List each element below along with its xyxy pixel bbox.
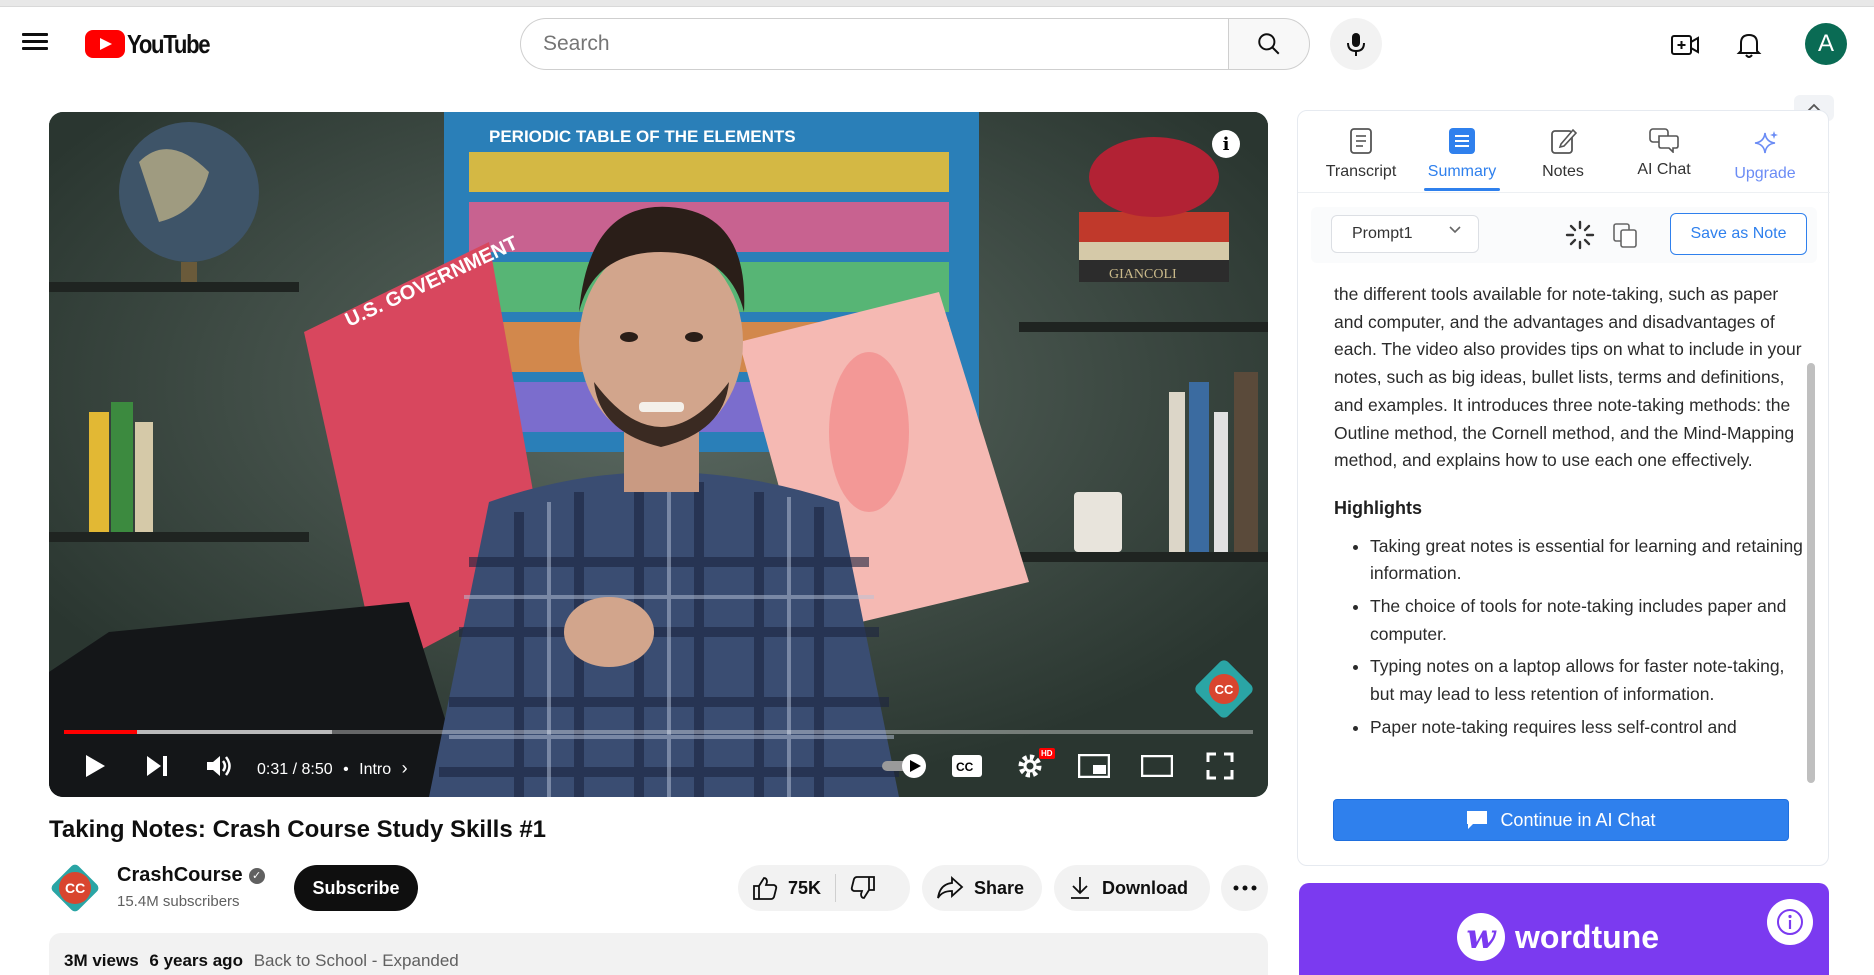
- subscribe-button[interactable]: Subscribe: [294, 865, 418, 911]
- thumbs-up-icon: [753, 877, 778, 900]
- summary-paragraph: the different tools available for note-t…: [1334, 284, 1802, 471]
- upload-age: 6 years ago: [149, 951, 243, 970]
- played-bar: [64, 730, 137, 734]
- current-time: 0:31 / 8:50: [257, 761, 333, 778]
- search-icon: [1258, 33, 1280, 55]
- ad-info-icon[interactable]: [1767, 899, 1813, 945]
- summary-content: the different tools available for note-t…: [1334, 281, 1809, 793]
- player-controls: 0:31 / 8:50 • Intro › CC HD: [49, 740, 1268, 792]
- tab-ai-chat[interactable]: AI Chat: [1619, 127, 1709, 179]
- share-label: Share: [974, 877, 1025, 898]
- highlight-item: Paper note-taking requires less self-con…: [1370, 714, 1809, 742]
- fullscreen-icon[interactable]: [1202, 750, 1238, 782]
- voice-search-button[interactable]: [1330, 18, 1382, 70]
- highlights-list: Taking great notes is essential for lear…: [1334, 533, 1809, 742]
- continue-in-ai-chat-button[interactable]: Continue in AI Chat: [1333, 799, 1789, 841]
- dislike-button[interactable]: [836, 865, 890, 911]
- search-button[interactable]: [1228, 18, 1310, 70]
- chat-icon: [1649, 128, 1679, 153]
- wordtune-logo-mark-icon: w: [1457, 913, 1505, 961]
- download-button[interactable]: Download: [1054, 865, 1210, 911]
- more-actions-button[interactable]: [1221, 865, 1268, 911]
- youtube-play-icon: [85, 30, 125, 58]
- create-video-icon[interactable]: [1669, 29, 1701, 61]
- summary-scrollbar[interactable]: [1807, 363, 1815, 783]
- search-bar: [520, 18, 1310, 70]
- video-player[interactable]: PERIODIC TABLE OF THE ELEMENTS U.S. GOVE…: [49, 112, 1268, 797]
- volume-icon[interactable]: [203, 750, 235, 782]
- highlights-heading: Highlights: [1334, 497, 1422, 518]
- summary-toolbar: Prompt1 Save as Note: [1311, 207, 1817, 263]
- copy-icon[interactable]: [1611, 221, 1639, 249]
- regenerate-loading-icon[interactable]: [1565, 220, 1595, 250]
- like-button[interactable]: 75K: [738, 865, 835, 911]
- wordtune-brand: wordtune: [1515, 918, 1659, 955]
- masthead: YouTube A: [0, 7, 1874, 79]
- playlist-tag[interactable]: Back to School - Expanded: [254, 951, 459, 970]
- chapter-title[interactable]: Intro: [359, 761, 391, 778]
- autoplay-toggle[interactable]: [879, 750, 929, 782]
- chat-bubble-icon: [1467, 811, 1488, 829]
- thumbs-down-icon: [850, 876, 875, 899]
- video-info-icon[interactable]: i: [1212, 130, 1240, 158]
- microphone-icon: [1347, 33, 1365, 56]
- download-content: Download: [1054, 865, 1202, 911]
- notifications-bell-icon[interactable]: [1733, 29, 1765, 61]
- summary-icon: [1449, 128, 1475, 154]
- like-dislike-group: 75K: [738, 865, 910, 911]
- highlight-item: Typing notes on a laptop allows for fast…: [1370, 653, 1809, 708]
- play-icon[interactable]: [79, 750, 111, 782]
- time-display: 0:31 / 8:50 • Intro ›: [257, 758, 408, 779]
- youtube-logo[interactable]: YouTube: [85, 29, 224, 59]
- hd-badge: HD: [1039, 748, 1055, 759]
- captions-icon[interactable]: CC: [949, 750, 985, 782]
- panel-tabs: Transcript Summary Notes AI Chat Upgrade: [1298, 111, 1830, 193]
- tab-summary[interactable]: Summary: [1417, 127, 1507, 191]
- chapter-chevron-icon[interactable]: ›: [402, 758, 408, 778]
- save-as-note-button[interactable]: Save as Note: [1670, 213, 1807, 255]
- highlight-item: The choice of tools for note-taking incl…: [1370, 593, 1809, 648]
- progress-bar[interactable]: [64, 730, 1253, 734]
- wordtune-logo: w wordtune: [1457, 913, 1659, 961]
- subscriber-count: 15.4M subscribers: [117, 893, 240, 910]
- transcript-icon: [1350, 128, 1372, 154]
- prompt-select[interactable]: Prompt1: [1331, 215, 1479, 253]
- tab-notes[interactable]: Notes: [1518, 127, 1608, 181]
- channel-name[interactable]: CrashCourse ✓: [117, 864, 265, 887]
- download-icon: [1071, 877, 1089, 899]
- next-video-icon[interactable]: [141, 750, 173, 782]
- time-separator-dot: •: [343, 761, 349, 778]
- tab-upgrade[interactable]: Upgrade: [1720, 129, 1810, 183]
- video-title: Taking Notes: Crash Course Study Skills …: [49, 816, 547, 843]
- share-arrow-icon: [937, 876, 964, 899]
- svg-text:CC: CC: [956, 760, 974, 774]
- account-avatar[interactable]: A: [1805, 23, 1847, 65]
- download-label: Download: [1102, 877, 1188, 898]
- search-input[interactable]: [520, 18, 1228, 70]
- share-button[interactable]: Share: [922, 865, 1042, 911]
- description-box[interactable]: 3M views 6 years ago Back to School - Ex…: [49, 933, 1268, 975]
- notes-icon: [1551, 128, 1577, 154]
- highlight-item: Taking great notes is essential for lear…: [1370, 533, 1809, 588]
- wordtune-banner[interactable]: w wordtune: [1299, 883, 1829, 975]
- sparkle-icon: [1754, 131, 1778, 154]
- like-count: 75K: [788, 877, 822, 898]
- miniplayer-icon[interactable]: [1076, 750, 1112, 782]
- svg-text:GIANCOLI: GIANCOLI: [1109, 267, 1177, 282]
- more-horizontal-icon: [1233, 885, 1256, 891]
- chevron-down-icon: [1449, 226, 1461, 234]
- theater-mode-icon[interactable]: [1139, 750, 1175, 782]
- logo-text: YouTube: [127, 28, 211, 59]
- tab-transcript[interactable]: Transcript: [1316, 127, 1406, 181]
- svg-text:PERIODIC TABLE OF THE ELEMENTS: PERIODIC TABLE OF THE ELEMENTS: [489, 127, 796, 146]
- browser-top-edge: [0, 0, 1874, 7]
- summary-extension-panel: Transcript Summary Notes AI Chat Upgrade…: [1297, 110, 1830, 866]
- video-frame: PERIODIC TABLE OF THE ELEMENTS U.S. GOVE…: [49, 112, 1268, 797]
- verified-check-icon: ✓: [248, 867, 265, 884]
- share-content: Share: [922, 865, 1038, 911]
- channel-logo[interactable]: CC: [49, 862, 101, 914]
- hamburger-menu-icon[interactable]: [22, 29, 52, 59]
- view-count: 3M views: [64, 951, 139, 970]
- svg-text:CC: CC: [65, 880, 85, 896]
